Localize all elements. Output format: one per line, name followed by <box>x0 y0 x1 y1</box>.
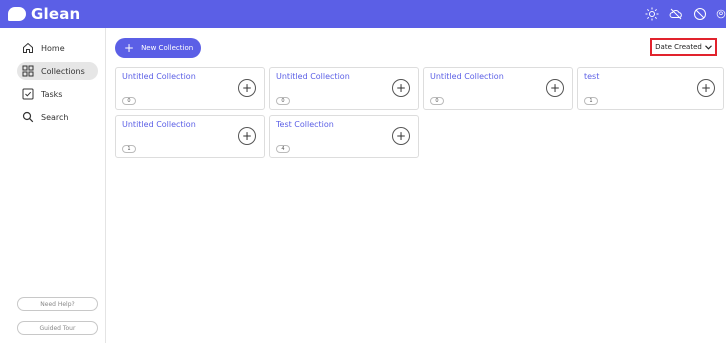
sidebar-item-collections[interactable]: Collections <box>17 62 98 80</box>
sidebar-item-label: Tasks <box>41 89 63 99</box>
sidebar: Home Collections Tasks Search Need Help?… <box>0 28 106 343</box>
add-icon[interactable]: + <box>238 79 256 97</box>
collection-card[interactable]: Untitled Collection + 0 <box>269 67 419 110</box>
collection-title[interactable]: Untitled Collection <box>430 72 504 81</box>
item-count-badge: 4 <box>276 145 290 153</box>
item-count-badge: 0 <box>276 97 290 105</box>
sort-dropdown[interactable]: Date Created <box>650 38 717 56</box>
top-icons <box>636 0 726 28</box>
collection-card[interactable]: Test Collection + 4 <box>269 115 419 158</box>
new-collection-label: New Collection <box>141 44 194 52</box>
collection-title[interactable]: Untitled Collection <box>122 72 196 81</box>
add-icon[interactable]: + <box>392 127 410 145</box>
profile-icon[interactable] <box>716 6 726 22</box>
new-collection-button[interactable]: + New Collection <box>115 38 201 58</box>
plus-icon: + <box>124 41 135 55</box>
add-icon[interactable]: + <box>697 79 715 97</box>
search-icon <box>22 111 34 123</box>
collection-card[interactable]: Untitled Collection + 0 <box>115 67 265 110</box>
top-bar: Glean <box>0 0 726 28</box>
chevron-down-icon <box>704 43 712 52</box>
collection-title[interactable]: test <box>584 72 599 81</box>
add-icon[interactable]: + <box>546 79 564 97</box>
collection-title[interactable]: Untitled Collection <box>122 120 196 129</box>
collection-card[interactable]: Untitled Collection + 1 <box>115 115 265 158</box>
sidebar-item-search[interactable]: Search <box>17 108 98 126</box>
item-count-badge: 0 <box>122 97 136 105</box>
blocked-icon[interactable] <box>692 6 708 22</box>
sort-label: Date Created <box>655 43 702 51</box>
cloud-off-icon[interactable] <box>668 6 684 22</box>
logo[interactable]: Glean <box>8 5 80 23</box>
need-help-button[interactable]: Need Help? <box>17 297 98 311</box>
home-icon <box>22 42 34 54</box>
collection-card[interactable]: test + 1 <box>577 67 724 110</box>
sidebar-item-label: Collections <box>41 66 85 76</box>
item-count-badge: 1 <box>584 97 598 105</box>
item-count-badge: 0 <box>430 97 444 105</box>
collection-title[interactable]: Untitled Collection <box>276 72 350 81</box>
tasks-icon <box>22 88 34 100</box>
add-icon[interactable]: + <box>392 79 410 97</box>
add-icon[interactable]: + <box>238 127 256 145</box>
guided-tour-button[interactable]: Guided Tour <box>17 321 98 335</box>
sidebar-item-home[interactable]: Home <box>17 39 98 57</box>
collection-title[interactable]: Test Collection <box>276 120 334 129</box>
item-count-badge: 1 <box>122 145 136 153</box>
collection-card[interactable]: Untitled Collection + 0 <box>423 67 573 110</box>
collections-icon <box>22 65 34 77</box>
glean-logo-icon <box>8 7 26 21</box>
sun-icon[interactable] <box>644 6 660 22</box>
sidebar-item-label: Home <box>41 43 65 53</box>
sidebar-item-tasks[interactable]: Tasks <box>17 85 98 103</box>
sidebar-item-label: Search <box>41 112 69 122</box>
brand-name: Glean <box>31 5 81 23</box>
